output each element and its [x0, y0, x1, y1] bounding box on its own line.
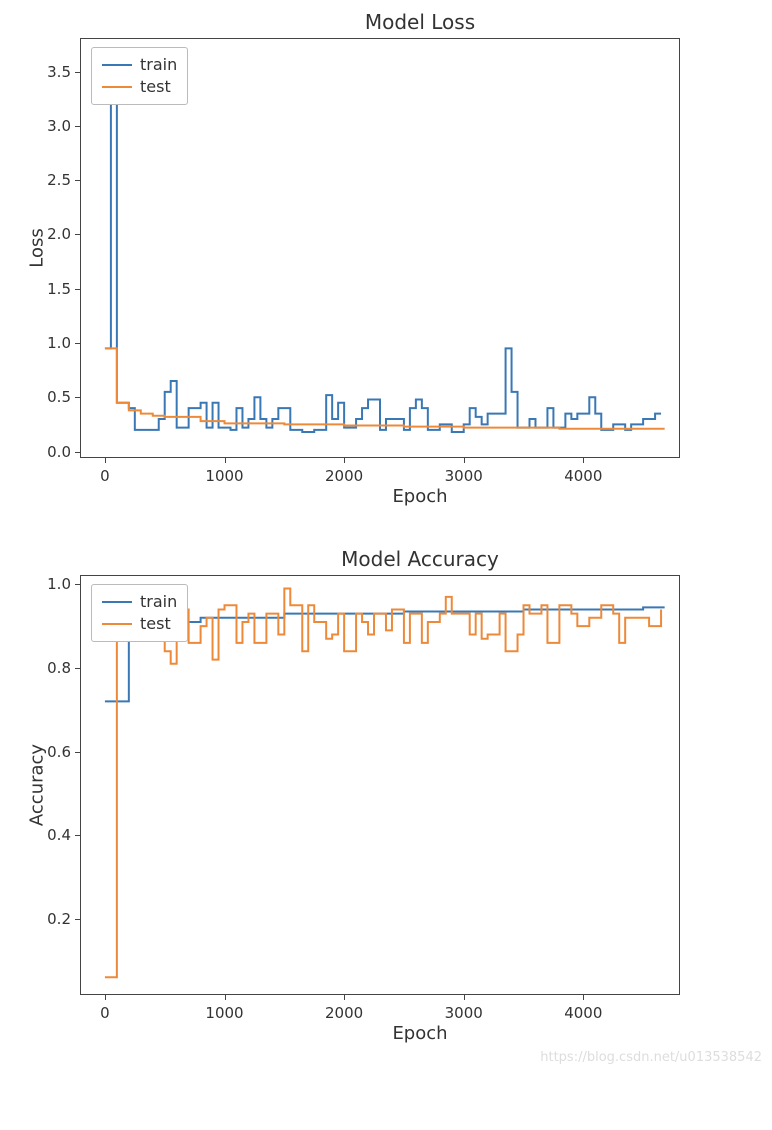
accuracy-chart: Accuracy train test 0.20.40.60.81.001000… — [80, 575, 680, 995]
series-test — [105, 589, 661, 978]
loss-chart: Loss train test 0.00.51.01.52.02.53.03.5… — [80, 38, 680, 458]
legend-line-icon — [102, 86, 132, 88]
chart2-ylabel: Accuracy — [27, 744, 48, 826]
watermark: https://blog.csdn.net/u013538542 — [10, 1050, 772, 1065]
legend-train: train — [102, 591, 177, 613]
chart1-title: Model Loss — [80, 10, 760, 34]
chart1-xlabel: Epoch — [80, 486, 760, 507]
legend-line-icon — [102, 601, 132, 603]
legend-label-train: train — [140, 591, 177, 613]
legend-line-icon — [102, 64, 132, 66]
legend-label-test: test — [140, 76, 171, 98]
series-test — [105, 348, 665, 428]
chart2-xlabel: Epoch — [80, 1023, 760, 1044]
chart1-ylabel: Loss — [27, 228, 48, 267]
legend-label-train: train — [140, 54, 177, 76]
legend-test: test — [102, 613, 177, 635]
legend-test: test — [102, 76, 177, 98]
series-train — [105, 50, 661, 432]
chart2-legend: train test — [91, 584, 188, 642]
legend-train: train — [102, 54, 177, 76]
legend-label-test: test — [140, 613, 171, 635]
chart2-title: Model Accuracy — [80, 547, 760, 571]
chart1-legend: train test — [91, 47, 188, 105]
legend-line-icon — [102, 623, 132, 625]
